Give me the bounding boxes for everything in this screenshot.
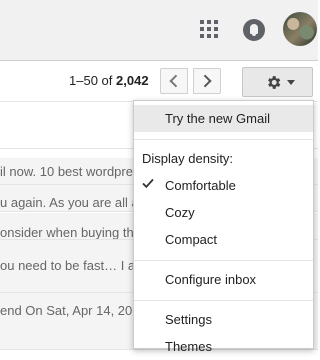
pagination-range: 1–50 [69, 73, 98, 88]
pagination-of: of [101, 73, 113, 88]
email-snippet: onsider when buying the [0, 225, 141, 240]
apps-grid-icon[interactable] [200, 20, 218, 38]
menu-item-label: Configure inbox [165, 272, 257, 287]
menu-divider [134, 139, 313, 140]
menu-divider [134, 300, 313, 301]
notifications-icon[interactable] [243, 19, 265, 41]
check-icon [142, 178, 154, 189]
mail-toolbar: 1–50 of 2,042 [0, 61, 318, 102]
menu-item-label: Compact [165, 232, 218, 247]
settings-button[interactable] [242, 67, 313, 97]
menu-divider [134, 260, 313, 261]
settings-menu: Try the new Gmail Display density: Comfo… [133, 100, 314, 354]
email-snippet: il now. 10 best wordpress [0, 164, 146, 179]
caret-down-icon [287, 80, 295, 85]
display-density-label: Display density: [142, 151, 234, 166]
menu-item-label: Cozy [165, 205, 195, 220]
menu-item-label: Comfortable [165, 178, 236, 193]
menu-item-label: Settings [165, 312, 212, 327]
menu-item-label: Try the new Gmail [165, 111, 270, 126]
menu-item-cozy[interactable]: Cozy [134, 199, 313, 226]
menu-item-themes[interactable]: Themes [134, 333, 313, 360]
gear-icon [268, 76, 281, 89]
older-button[interactable] [160, 68, 188, 94]
menu-item-configure-inbox[interactable]: Configure inbox [134, 266, 313, 293]
menu-item-comfortable[interactable]: Comfortable [134, 172, 313, 199]
chevron-right-icon [198, 74, 212, 88]
top-bar [0, 0, 318, 61]
menu-item-label: Themes [165, 339, 212, 354]
pagination-total: 2,042 [116, 73, 149, 88]
menu-item-settings[interactable]: Settings [134, 306, 313, 333]
chevron-left-icon [169, 74, 183, 88]
newer-button[interactable] [193, 68, 221, 94]
avatar[interactable] [283, 12, 317, 46]
pagination-count: 1–50 of 2,042 [69, 73, 149, 88]
email-snippet: end On Sat, Apr 14, 201 [0, 303, 140, 318]
email-snippet: u again. As you are all a [0, 195, 139, 210]
menu-item-try-new-gmail[interactable]: Try the new Gmail [134, 105, 313, 132]
menu-item-compact[interactable]: Compact [134, 226, 313, 253]
email-snippet: ou need to be fast… I a [0, 258, 136, 273]
